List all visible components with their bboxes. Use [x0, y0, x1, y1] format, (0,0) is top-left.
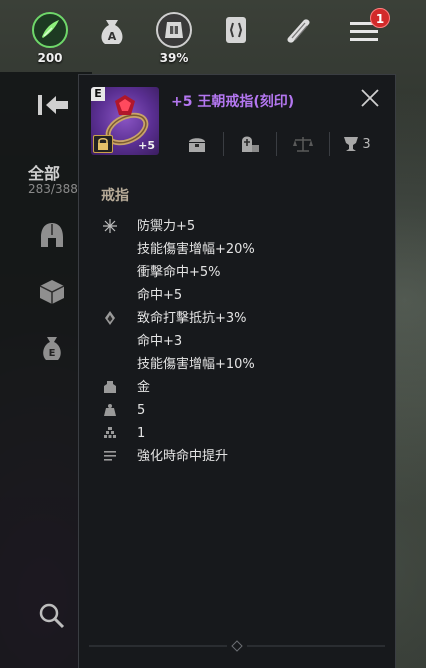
backpack-weight-icon [156, 12, 192, 48]
lock-icon [93, 135, 113, 153]
stat-row: 1 [79, 422, 395, 445]
stat-row: 衝擊命中+5% [79, 261, 395, 284]
tab-storage[interactable] [171, 132, 224, 156]
stat-row: 技能傷害增幅+10% [79, 353, 395, 376]
trophy-count: 3 [362, 136, 371, 152]
energy-value: 200 [37, 51, 63, 65]
currency-bag-button[interactable]: A [88, 10, 136, 50]
stat-text: 命中+5 [137, 288, 183, 303]
weight-hud[interactable]: 39% [150, 10, 198, 65]
list-icon [104, 451, 116, 461]
star-burst-icon [103, 219, 117, 233]
stat-text: 技能傷害增幅+10% [137, 357, 255, 372]
enhance-level-tag: +5 [138, 139, 155, 152]
search-icon[interactable] [38, 602, 66, 630]
stat-text: 命中+3 [137, 334, 183, 349]
stat-text: 強化時命中提升 [137, 449, 229, 464]
codex-button[interactable] [212, 10, 260, 50]
top-hud: 200 A 39% 1 [0, 0, 426, 72]
stat-row: 技能傷害增幅+20% [79, 238, 395, 261]
main-menu-button[interactable]: 1 [340, 8, 390, 50]
weight-icon [104, 404, 116, 416]
item-type-label: 戒指 [101, 188, 129, 204]
inventory-count: 283/388 [28, 182, 78, 196]
tab-trophy[interactable]: 3 [330, 132, 383, 156]
stat-row: 命中+5 [79, 284, 395, 307]
grade-tag: E [91, 87, 105, 101]
energy-hud[interactable]: 200 [26, 10, 74, 65]
stat-text: 1 [137, 426, 146, 441]
stat-row: 強化時命中提升 [79, 445, 395, 468]
material-icon [104, 381, 116, 393]
stat-text: 技能傷害增幅+20% [137, 242, 255, 257]
category-all-tab[interactable]: 全部 [28, 160, 78, 184]
item-action-tabs: 3 [171, 131, 385, 157]
rune-tablet-icon [226, 17, 246, 43]
back-arrow-icon[interactable] [36, 92, 70, 118]
stat-row: 致命打擊抵抗+3% [79, 307, 395, 330]
notification-badge: 1 [370, 8, 390, 28]
scales-icon [293, 137, 313, 152]
item-detail-panel: E +5 +5 王朝戒指(刻印) 3 戒指 防禦力+5 技能傷害增幅+20% 衝… [78, 74, 396, 668]
svg-text:E: E [49, 348, 56, 359]
divider-ornament [89, 640, 385, 652]
chest-icon [189, 138, 205, 152]
scroll-icon [287, 19, 310, 43]
stat-row: 防禦力+5 [79, 215, 395, 238]
energy-orb-icon [32, 12, 68, 48]
stat-text: 防禦力+5 [137, 219, 196, 234]
tombstone-box-icon [242, 136, 259, 152]
stat-row: 5 [79, 399, 395, 422]
svg-text:A: A [108, 30, 117, 43]
money-bag-e-icon[interactable]: E [36, 332, 68, 364]
stack-icon [104, 427, 116, 438]
quest-scroll-button[interactable] [274, 10, 322, 50]
item-thumbnail[interactable]: E +5 [91, 87, 159, 155]
tab-seal[interactable] [224, 132, 277, 156]
box-icon[interactable] [36, 276, 68, 308]
trophy-icon [344, 137, 359, 151]
flame-gem-icon [105, 311, 115, 325]
stat-row: 命中+3 [79, 330, 395, 353]
stat-text: 5 [137, 403, 146, 418]
stat-row: 金 [79, 376, 395, 399]
close-icon[interactable] [359, 87, 381, 109]
stat-text: 金 [137, 380, 151, 395]
item-name: +5 王朝戒指(刻印) [171, 94, 295, 110]
stat-text: 致命打擊抵抗+3% [137, 311, 247, 326]
tab-compare[interactable] [277, 132, 330, 156]
weight-value: 39% [159, 51, 189, 65]
money-bag-a-icon: A [101, 20, 123, 44]
stat-text: 衝擊命中+5% [137, 265, 221, 280]
item-stats-list: 防禦力+5 技能傷害增幅+20% 衝擊命中+5% 命中+5 致命打擊抵抗+3% … [79, 215, 395, 468]
helmet-icon[interactable] [36, 220, 68, 252]
